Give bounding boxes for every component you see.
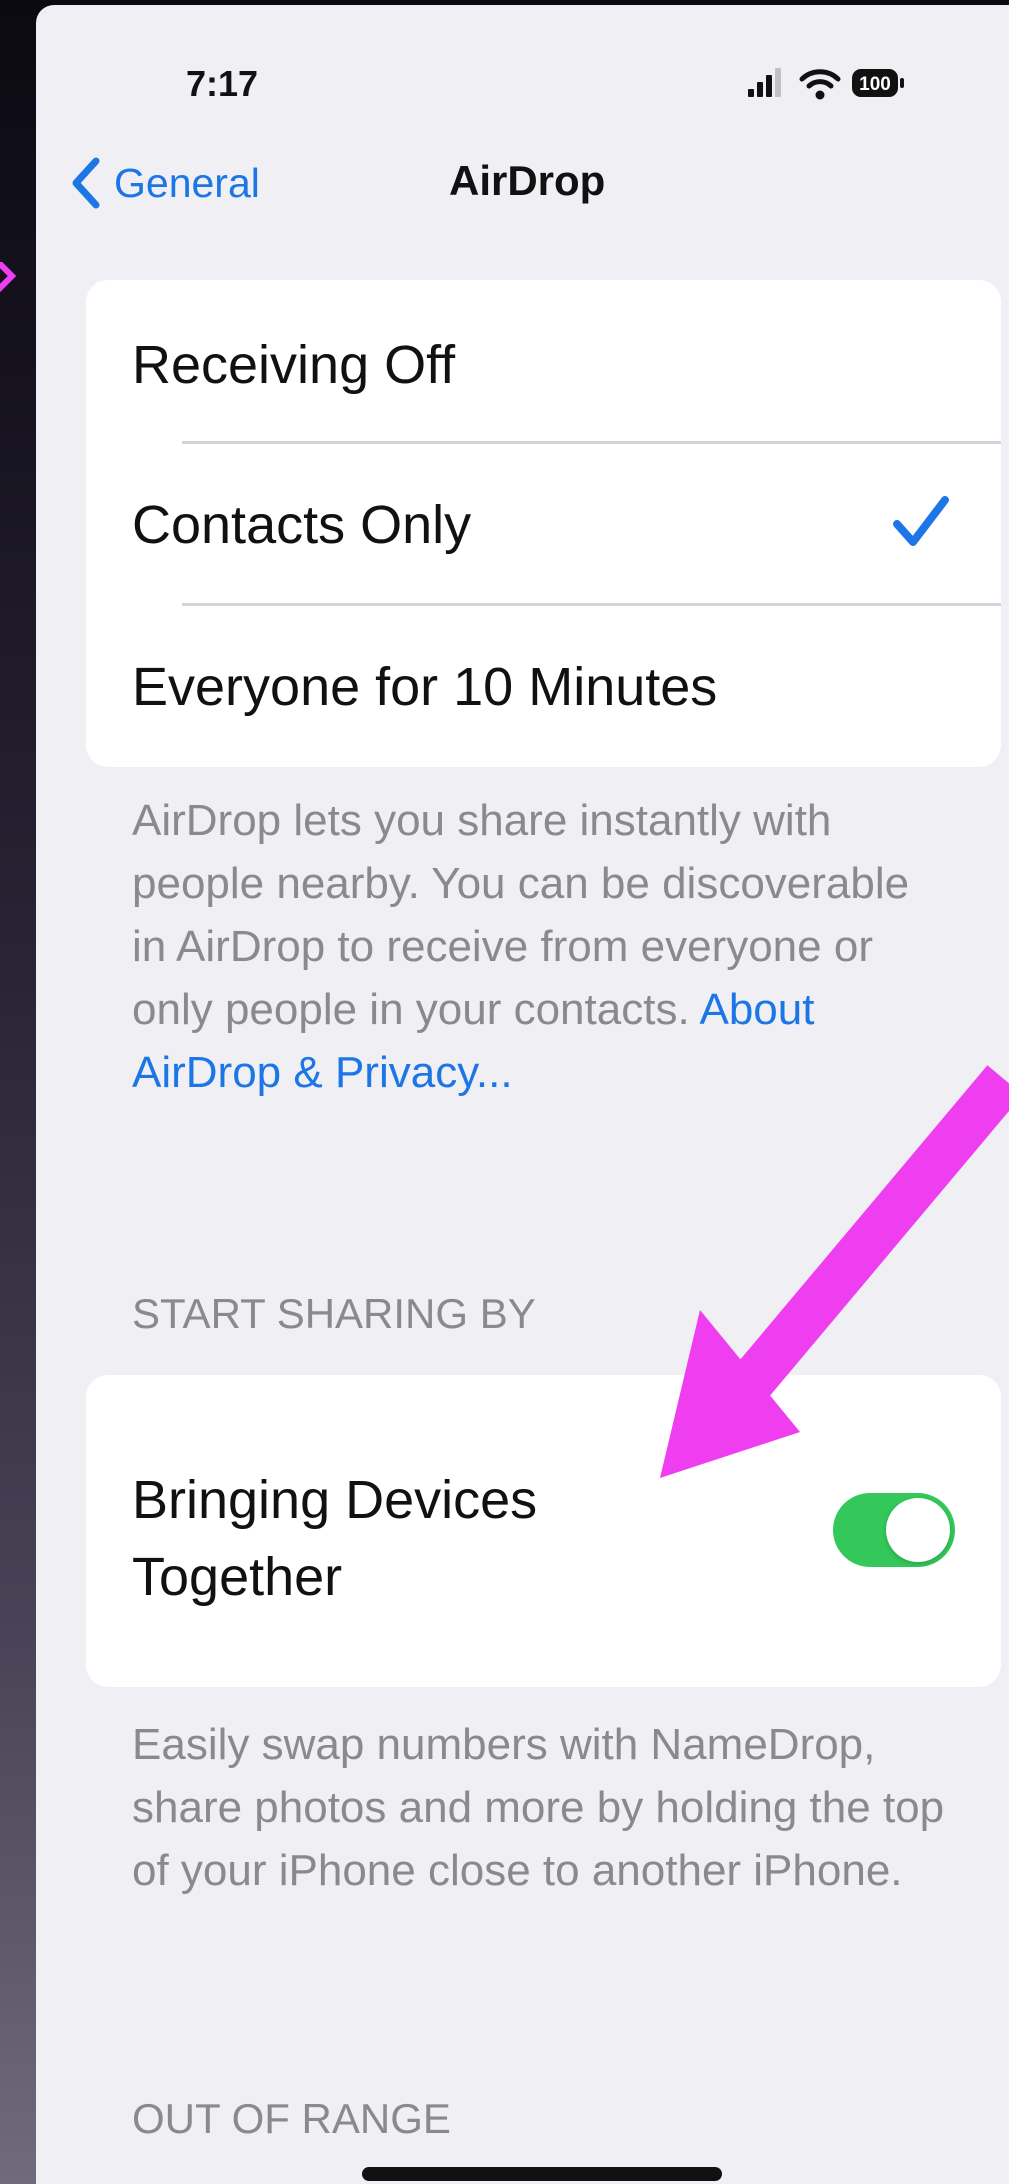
bringing-devices-together-toggle[interactable] (833, 1493, 955, 1567)
option-label: Contacts Only (132, 495, 472, 555)
page-title: AirDrop (449, 157, 606, 204)
signal-icon (748, 68, 781, 97)
toggle-knob (886, 1498, 950, 1562)
background-strip (0, 0, 40, 2184)
airdrop-description: AirDrop lets you share instantly with pe… (132, 789, 952, 1104)
back-button[interactable]: General (68, 155, 260, 211)
phone-screen: 7:17 100 General AirDrop Receiving Off C… (36, 5, 1009, 2184)
back-button-label: General (114, 160, 260, 206)
section-header-start-sharing: START SHARING BY (132, 1290, 536, 1337)
status-icons: 100 (748, 68, 904, 100)
option-everyone-10-minutes[interactable]: Everyone for 10 Minutes (86, 604, 1001, 765)
home-indicator[interactable] (362, 2167, 722, 2181)
option-contacts-only[interactable]: Contacts Only (86, 442, 1001, 603)
section-header-out-of-range: OUT OF RANGE (132, 2095, 451, 2142)
checkmark-icon (893, 496, 949, 546)
namedrop-description: Easily swap numbers with NameDrop, share… (132, 1720, 945, 1895)
wifi-icon (799, 69, 841, 100)
magenta-chevron-icon (0, 262, 17, 293)
toggle-label: Bringing Devices Together (132, 1470, 538, 1607)
option-label: Everyone for 10 Minutes (132, 657, 718, 717)
status-time: 7:17 (186, 63, 259, 104)
option-receiving-off[interactable]: Receiving Off (86, 280, 1001, 441)
receiving-options-group: Receiving Off Contacts Only Everyone for… (86, 280, 1001, 767)
option-label: Receiving Off (132, 335, 456, 395)
start-sharing-group: Bringing Devices Together (86, 1375, 1001, 1687)
battery-level: 100 (859, 74, 891, 95)
battery-icon: 100 (852, 69, 904, 97)
chevron-left-icon (72, 157, 100, 209)
